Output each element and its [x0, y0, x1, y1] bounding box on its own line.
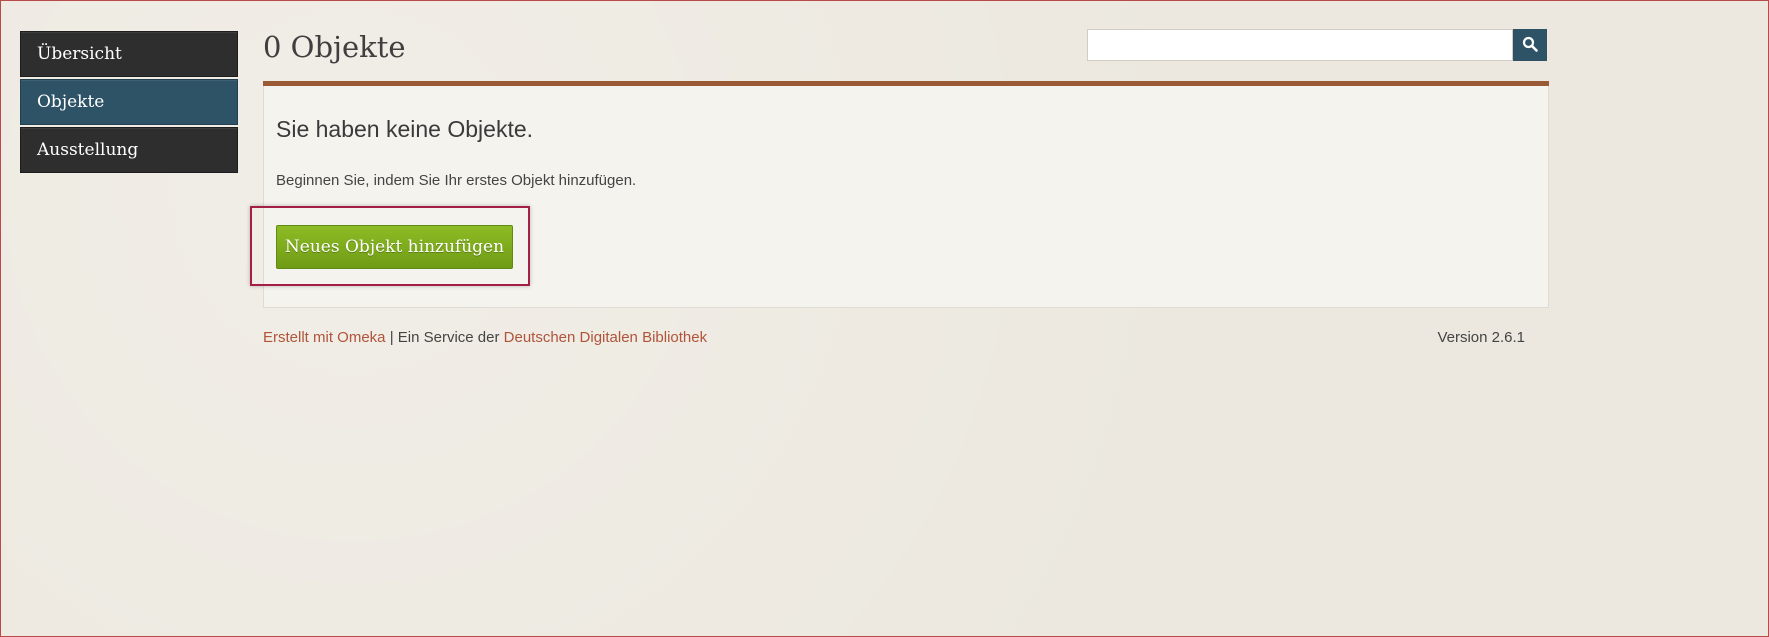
- sidebar-item-uebersicht[interactable]: Übersicht: [20, 31, 238, 77]
- sidebar-item-objekte[interactable]: Objekte: [20, 79, 238, 125]
- omeka-link[interactable]: Erstellt mit Omeka: [263, 329, 386, 346]
- search-input[interactable]: [1087, 29, 1513, 61]
- search-form: [1087, 29, 1547, 61]
- app-frame: Übersicht Objekte Ausstellung 0 Objekte …: [0, 0, 1769, 637]
- ddb-link[interactable]: Deutschen Digitalen Bibliothek: [504, 329, 707, 346]
- search-button[interactable]: [1513, 29, 1547, 61]
- page-title: 0 Objekte: [263, 30, 406, 64]
- add-new-item-button[interactable]: Neues Objekt hinzufügen: [276, 225, 513, 269]
- empty-state-panel: Sie haben keine Objekte. Beginnen Sie, i…: [250, 86, 1549, 308]
- empty-state-heading: Sie haben keine Objekte.: [276, 116, 534, 142]
- footer: Erstellt mit Omeka | Ein Service der Deu…: [263, 329, 1525, 346]
- sidebar-item-ausstellung[interactable]: Ausstellung: [20, 127, 238, 173]
- footer-separator-text: | Ein Service der: [385, 329, 504, 346]
- version-label: Version 2.6.1: [1437, 329, 1525, 346]
- sidebar-nav: Übersicht Objekte Ausstellung: [20, 31, 238, 175]
- empty-state-text: Beginnen Sie, indem Sie Ihr erstes Objek…: [276, 172, 637, 189]
- footer-credits: Erstellt mit Omeka | Ein Service der Deu…: [263, 329, 707, 346]
- search-icon: [1522, 36, 1538, 55]
